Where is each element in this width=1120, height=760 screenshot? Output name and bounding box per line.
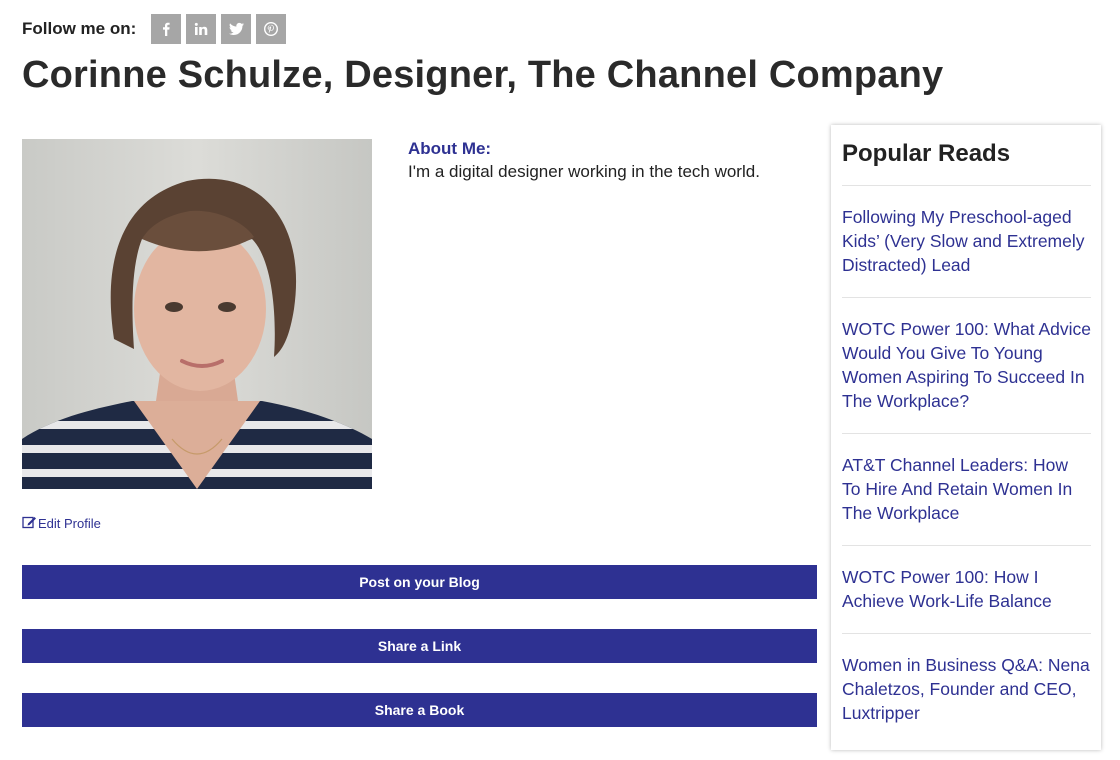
pinterest-icon [264,22,279,36]
twitter-icon [228,22,244,36]
popular-read-item: Women in Business Q&A: Nena Chaletzos, F… [842,634,1091,745]
follow-bar: Follow me on: [22,14,291,44]
popular-read-item: AT&T Channel Leaders: How To Hire And Re… [842,434,1091,546]
popular-reads-title: Popular Reads [842,125,1091,186]
linkedin-icon [194,22,208,36]
about-label: About Me: [408,139,492,158]
edit-icon [22,515,38,532]
popular-reads-sidebar: Popular Reads Following My Preschool-age… [831,125,1101,750]
share-link-button[interactable]: Share a Link [22,629,817,663]
post-on-blog-button[interactable]: Post on your Blog [22,565,817,599]
popular-read-item: WOTC Power 100: What Advice Would You Gi… [842,298,1091,434]
follow-label: Follow me on: [22,19,137,38]
about-text: I'm a digital designer working in the te… [408,162,760,181]
popular-read-item: Following My Preschool-aged Kids’ (Very … [842,186,1091,298]
popular-read-item: WOTC Power 100: How I Achieve Work-Life … [842,546,1091,634]
popular-read-link[interactable]: AT&T Channel Leaders: How To Hire And Re… [842,453,1091,525]
about-section: About Me: I'm a digital designer working… [408,139,808,185]
facebook-icon [159,22,173,36]
popular-read-link[interactable]: WOTC Power 100: What Advice Would You Gi… [842,317,1091,413]
twitter-button[interactable] [221,14,252,44]
edit-profile-link[interactable]: Edit Profile [22,515,101,532]
profile-photo [22,139,372,489]
popular-read-link[interactable]: Women in Business Q&A: Nena Chaletzos, F… [842,653,1091,725]
page-title: Corinne Schulze, Designer, The Channel C… [22,54,944,96]
share-book-button[interactable]: Share a Book [22,693,817,727]
edit-profile-label: Edit Profile [38,516,101,531]
facebook-button[interactable] [151,14,182,44]
popular-read-link[interactable]: Following My Preschool-aged Kids’ (Very … [842,205,1091,277]
popular-read-link[interactable]: WOTC Power 100: How I Achieve Work-Life … [842,565,1091,613]
linkedin-button[interactable] [186,14,217,44]
pinterest-button[interactable] [256,14,287,44]
